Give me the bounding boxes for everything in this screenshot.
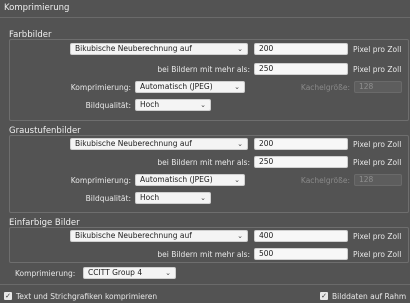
grayscale-compression-value: Automatisch (JPEG) <box>140 175 213 184</box>
color-resample-select[interactable]: Bikubische Neuberechnung auf ⌄ <box>70 43 248 55</box>
grayscale-compression-label: Komprimierung: <box>70 176 131 185</box>
color-compression-label: Komprimierung: <box>70 83 131 92</box>
chevron-down-icon: ⌄ <box>165 269 171 277</box>
chevron-down-icon: ⌄ <box>200 101 206 109</box>
grayscale-above-label: bei Bildern mit mehr als: <box>157 158 250 167</box>
color-compression-select[interactable]: Automatisch (JPEG) ⌄ <box>135 81 245 93</box>
grayscale-quality-value: Hoch <box>140 193 160 202</box>
color-quality-select[interactable]: Hoch ⌄ <box>135 99 211 111</box>
monochrome-ppi-input[interactable]: 400 <box>254 230 348 242</box>
grayscale-tile-input: 128 <box>354 174 402 186</box>
color-tile-label: Kachelgröße: <box>300 83 350 92</box>
color-tile-input: 128 <box>354 81 402 93</box>
chevron-down-icon: ⌄ <box>237 140 243 148</box>
chevron-down-icon: ⌄ <box>200 194 206 202</box>
color-above-label: bei Bildern mit mehr als: <box>157 65 250 74</box>
color-above-input[interactable]: 250 <box>254 63 348 75</box>
monochrome-above-label: bei Bildern mit mehr als: <box>157 250 250 259</box>
grayscale-ppi-unit: Pixel pro Zoll <box>353 140 402 149</box>
grayscale-resample-value: Bikubische Neuberechnung auf <box>75 139 192 148</box>
chevron-down-icon: ⌄ <box>234 176 240 184</box>
monochrome-compression-label: Komprimierung: <box>15 269 76 278</box>
color-above-unit: Pixel pro Zoll <box>353 65 402 74</box>
grayscale-quality-select[interactable]: Hoch ⌄ <box>135 192 211 204</box>
monochrome-above-input[interactable]: 500 <box>254 248 348 260</box>
color-quality-value: Hoch <box>140 100 160 109</box>
compress-text-checkbox[interactable]: ✓ <box>4 292 12 300</box>
color-ppi-input[interactable]: 200 <box>254 43 348 55</box>
grayscale-resample-select[interactable]: Bikubische Neuberechnung auf ⌄ <box>70 138 248 150</box>
monochrome-resample-value: Bikubische Neuberechnung auf <box>75 231 192 240</box>
grayscale-above-unit: Pixel pro Zoll <box>353 158 402 167</box>
color-resample-value: Bikubische Neuberechnung auf <box>75 44 192 53</box>
chevron-down-icon: ⌄ <box>237 45 243 53</box>
monochrome-above-unit: Pixel pro Zoll <box>353 250 402 259</box>
monochrome-resample-select[interactable]: Bikubische Neuberechnung auf ⌄ <box>70 230 248 242</box>
color-quality-label: Bildqualität: <box>85 101 131 110</box>
color-compression-value: Automatisch (JPEG) <box>140 82 213 91</box>
crop-image-data-label: Bilddaten auf Rahm <box>332 292 407 301</box>
grayscale-tile-label: Kachelgröße: <box>300 176 350 185</box>
grayscale-above-input[interactable]: 250 <box>254 156 348 168</box>
grayscale-quality-label: Bildqualität: <box>85 194 131 203</box>
chevron-down-icon: ⌄ <box>237 232 243 240</box>
grayscale-ppi-input[interactable]: 200 <box>254 138 348 150</box>
monochrome-ppi-unit: Pixel pro Zoll <box>353 232 402 241</box>
grayscale-compression-select[interactable]: Automatisch (JPEG) ⌄ <box>135 174 245 186</box>
crop-image-data-checkbox[interactable]: ✓ <box>320 292 328 300</box>
header-divider <box>0 17 410 18</box>
color-ppi-unit: Pixel pro Zoll <box>353 45 402 54</box>
monochrome-compression-value: CCITT Group 4 <box>88 268 143 277</box>
page-title: Komprimierung <box>4 3 70 13</box>
compress-text-label: Text und Strichgrafiken komprimieren <box>16 292 158 301</box>
chevron-down-icon: ⌄ <box>234 83 240 91</box>
monochrome-compression-select[interactable]: CCITT Group 4 ⌄ <box>83 267 176 279</box>
checkmark-icon: ✓ <box>5 292 11 300</box>
checkmark-icon: ✓ <box>321 292 327 300</box>
footer-divider <box>0 284 410 285</box>
